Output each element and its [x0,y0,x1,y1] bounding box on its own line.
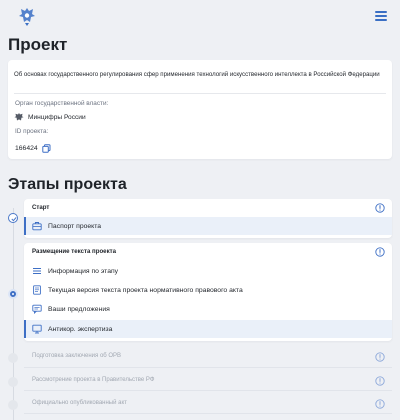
monitor-icon [32,324,42,334]
stage-item-label: Информация по этапу [48,267,119,275]
stage-item-label: Текущая версия текста проекта нормативно… [48,286,243,294]
project-id: 166424 [15,144,51,153]
hamburger-menu-icon[interactable] [375,11,387,21]
stage-pending-marker [8,353,18,363]
stage-item-label: Антикор. экспертиза [48,325,113,333]
info-icon[interactable] [375,399,385,409]
project-card: Об основах государственного регулировани… [8,60,392,159]
stage-item-label: Ваши предложения [48,305,110,313]
chat-icon [32,304,42,314]
stage-start: Старт Паспорт проекта [24,199,392,238]
stage-title: Официально опубликованный акт [32,400,127,406]
authority-name: Минцифры России [28,113,86,121]
info-icon[interactable] [375,376,385,386]
project-id-value: 166424 [15,145,38,152]
project-description: Об основах государственного регулировани… [14,71,380,78]
stage-item-current-text[interactable]: Текущая версия текста проекта нормативно… [24,281,392,299]
stage-title: Старт [32,204,50,211]
list-icon [33,268,41,274]
stage-pending-marker [8,400,18,410]
stage-item-your-proposals[interactable]: Ваши предложения [24,300,392,318]
stage-government-review[interactable]: Рассмотрение проекта в Правительстве РФ [24,372,392,390]
info-icon[interactable] [375,203,385,213]
stage-orv-conclusion[interactable]: Подготовка заключения об ОРВ [24,348,392,366]
coat-of-arms-icon[interactable] [16,5,38,27]
stage-published-act[interactable]: Официально опубликованный акт [24,395,392,413]
briefcase-icon [32,222,42,231]
stage-item-label: Паспорт проекта [48,222,102,230]
info-icon[interactable] [375,352,385,362]
divider [24,413,392,414]
divider [14,93,386,94]
divider [24,390,392,391]
stage-title: Рассмотрение проекта в Правительстве РФ [32,377,155,383]
stage-title: Размещение текста проекта [32,248,116,255]
info-icon[interactable] [375,247,385,257]
authority-label: Орган государственной власти: [15,100,109,107]
divider [24,367,392,368]
ministry-emblem-icon [14,113,24,121]
project-id-label: ID проекта: [15,128,49,135]
stages-title: Этапы проекта [8,176,127,193]
copy-icon[interactable] [41,144,51,153]
stage-active-marker [8,289,18,299]
stage-item-anticorruption-review[interactable]: Антикор. экспертиза [24,320,392,338]
top-bar [0,0,400,32]
stage-pending-marker [8,377,18,387]
stage-item-passport[interactable]: Паспорт проекта [24,217,392,235]
stage-done-marker [8,213,18,223]
stage-text-publication: Размещение текста проекта Информация по … [24,243,392,341]
document-icon [33,285,41,295]
checkmark-icon [10,216,17,221]
stage-title: Подготовка заключения об ОРВ [32,353,122,359]
timeline-line [12,208,14,420]
stage-item-stage-info[interactable]: Информация по этапу [24,262,392,280]
page-title: Проект [8,35,68,54]
authority: Минцифры России [14,112,86,122]
